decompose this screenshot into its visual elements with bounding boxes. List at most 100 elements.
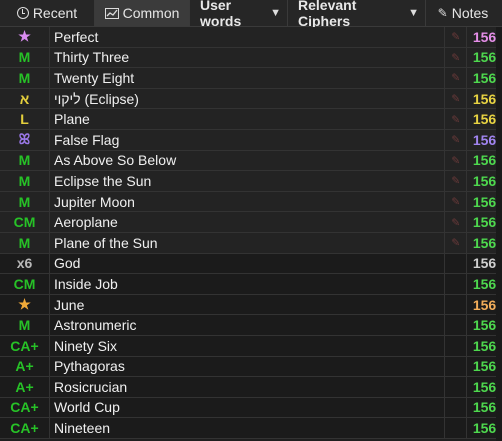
table-row[interactable]: CM Inside Job 156 bbox=[0, 274, 502, 295]
cipher-icon: M bbox=[0, 315, 50, 335]
tab-common-label: Common bbox=[122, 5, 180, 21]
cipher-icon: L bbox=[0, 109, 50, 129]
phrase-text[interactable]: June bbox=[50, 294, 445, 315]
table-row[interactable]: L Plane ✏ 156 bbox=[0, 109, 502, 130]
pin-cell bbox=[445, 253, 467, 274]
cipher-icon: M bbox=[0, 47, 50, 68]
table-row[interactable]: CA+ World Cup 156 bbox=[0, 397, 502, 419]
cipher-icon: M bbox=[0, 171, 50, 191]
pin-cell[interactable]: ✏ bbox=[445, 109, 467, 129]
phrase-text[interactable]: Nineteen bbox=[50, 418, 445, 438]
pin-cell[interactable]: ✏ bbox=[445, 27, 467, 47]
clock-icon bbox=[16, 7, 29, 19]
user-words-label: User words bbox=[200, 0, 242, 29]
pin-icon[interactable]: ✏ bbox=[448, 50, 464, 65]
scrollbar[interactable] bbox=[496, 27, 502, 441]
table-row[interactable]: x6 God 156 bbox=[0, 253, 502, 275]
pin-cell[interactable]: ✏ bbox=[445, 129, 467, 150]
pin-cell[interactable]: ✏ bbox=[445, 191, 467, 212]
pin-cell[interactable]: ✏ bbox=[445, 68, 467, 88]
table-row[interactable]: A+ Pythagoras 156 bbox=[0, 356, 502, 378]
cipher-icon: M bbox=[0, 68, 50, 88]
table-row[interactable]: M Jupiter Moon ✏ 156 bbox=[0, 191, 502, 213]
pencil-icon: ✎ bbox=[437, 6, 448, 20]
table-row[interactable]: ★ Perfect ✏ 156 bbox=[0, 27, 502, 48]
pin-cell bbox=[445, 397, 467, 418]
pin-icon[interactable]: ✏ bbox=[448, 91, 464, 106]
pin-icon[interactable]: ✏ bbox=[448, 153, 464, 168]
tab-notes-label: Notes bbox=[451, 5, 489, 21]
table-row[interactable]: CA+ Nineteen 156 bbox=[0, 418, 502, 439]
tab-common[interactable]: Common bbox=[95, 0, 190, 26]
relevant-ciphers-dropdown[interactable]: Relevant Ciphers ▼ bbox=[288, 0, 426, 29]
phrase-text[interactable]: Inside Job bbox=[50, 274, 445, 294]
cipher-icon: ★ bbox=[0, 27, 50, 47]
phrase-text[interactable]: Plane bbox=[50, 109, 445, 129]
phrase-text[interactable]: Jupiter Moon bbox=[50, 191, 445, 212]
table-row[interactable]: CM Aeroplane ✏ 156 bbox=[0, 212, 502, 233]
phrase-text[interactable]: Plane of the Sun bbox=[50, 232, 445, 253]
phrase-text[interactable]: Rosicrucian bbox=[50, 377, 445, 397]
table-row[interactable]: CA+ Ninety Six 156 bbox=[0, 335, 502, 357]
chart-icon bbox=[104, 7, 119, 19]
table-row[interactable]: A+ Rosicrucian 156 bbox=[0, 377, 502, 398]
phrase-text[interactable]: Eclipse the Sun bbox=[50, 171, 445, 191]
pin-icon[interactable]: ✏ bbox=[448, 29, 464, 45]
cipher-icon: CM bbox=[0, 274, 50, 294]
phrase-text[interactable]: ליקוי (Eclipse) bbox=[50, 88, 445, 109]
pin-cell[interactable]: ✏ bbox=[445, 88, 467, 109]
pin-cell[interactable]: ✏ bbox=[445, 47, 467, 68]
phrase-text[interactable]: Astronumeric bbox=[50, 315, 445, 335]
pin-cell bbox=[445, 418, 467, 438]
table-row[interactable]: M Twenty Eight ✏ 156 bbox=[0, 68, 502, 89]
tab-recent[interactable]: Recent bbox=[0, 0, 95, 26]
table-row[interactable]: ★ June 156 bbox=[0, 294, 502, 316]
results-table: ★ Perfect ✏ 156 M Thirty Three ✏ 156 M Twenty Eig… bbox=[0, 27, 502, 439]
chevron-down-icon: ▼ bbox=[270, 7, 281, 19]
phrase-text[interactable]: Ninety Six bbox=[50, 335, 445, 356]
table-row[interactable]: M Thirty Three ✏ 156 bbox=[0, 47, 502, 69]
toolbar: Recent Common User words ▼ Relevant Ciph… bbox=[0, 0, 502, 29]
pin-icon[interactable]: ✏ bbox=[448, 194, 464, 209]
pin-icon[interactable]: ✏ bbox=[448, 235, 464, 251]
cipher-icon: M bbox=[0, 232, 50, 253]
cipher-icon: CA+ bbox=[0, 418, 50, 438]
pin-cell[interactable]: ✏ bbox=[445, 150, 467, 171]
table-row[interactable]: M Plane of the Sun ✏ 156 bbox=[0, 232, 502, 254]
cipher-icon: CM bbox=[0, 212, 50, 232]
user-words-dropdown[interactable]: User words ▼ bbox=[190, 0, 288, 29]
phrase-text[interactable]: Perfect bbox=[50, 27, 445, 47]
tab-notes[interactable]: ✎ Notes bbox=[426, 0, 500, 26]
pin-icon[interactable]: ✏ bbox=[448, 132, 464, 148]
pin-icon[interactable]: ✏ bbox=[448, 173, 464, 189]
pin-cell[interactable]: ✏ bbox=[445, 232, 467, 253]
table-row[interactable]: א ליקוי (Eclipse) ✏ 156 bbox=[0, 88, 502, 110]
pin-cell[interactable]: ✏ bbox=[445, 171, 467, 191]
table-row[interactable]: M Astronumeric 156 bbox=[0, 315, 502, 336]
table-row[interactable]: ꕤ False Flag ✏ 156 bbox=[0, 129, 502, 151]
cipher-icon: A+ bbox=[0, 377, 50, 397]
table-row[interactable]: M As Above So Below ✏ 156 bbox=[0, 150, 502, 172]
cipher-icon: M bbox=[0, 191, 50, 212]
phrase-text[interactable]: Pythagoras bbox=[50, 356, 445, 377]
phrase-text[interactable]: God bbox=[50, 253, 445, 274]
cipher-icon: ★ bbox=[0, 294, 50, 315]
cipher-icon: A+ bbox=[0, 356, 50, 377]
phrase-text[interactable]: World Cup bbox=[50, 397, 445, 418]
pin-icon[interactable]: ✏ bbox=[448, 111, 464, 127]
relevant-ciphers-label: Relevant Ciphers bbox=[298, 0, 357, 29]
phrase-text[interactable]: As Above So Below bbox=[50, 150, 445, 171]
cipher-icon: CA+ bbox=[0, 397, 50, 418]
cipher-icon: x6 bbox=[0, 253, 50, 274]
pin-cell[interactable]: ✏ bbox=[445, 212, 467, 232]
phrase-text[interactable]: False Flag bbox=[50, 129, 445, 150]
phrase-text[interactable]: Twenty Eight bbox=[50, 68, 445, 88]
phrase-text[interactable]: Thirty Three bbox=[50, 47, 445, 68]
table-row[interactable]: M Eclipse the Sun ✏ 156 bbox=[0, 171, 502, 192]
pin-cell bbox=[445, 335, 467, 356]
phrase-text[interactable]: Aeroplane bbox=[50, 212, 445, 232]
cipher-icon: ꕤ bbox=[0, 129, 50, 150]
pin-icon[interactable]: ✏ bbox=[448, 70, 464, 86]
pin-cell bbox=[445, 356, 467, 377]
pin-icon[interactable]: ✏ bbox=[448, 214, 464, 230]
